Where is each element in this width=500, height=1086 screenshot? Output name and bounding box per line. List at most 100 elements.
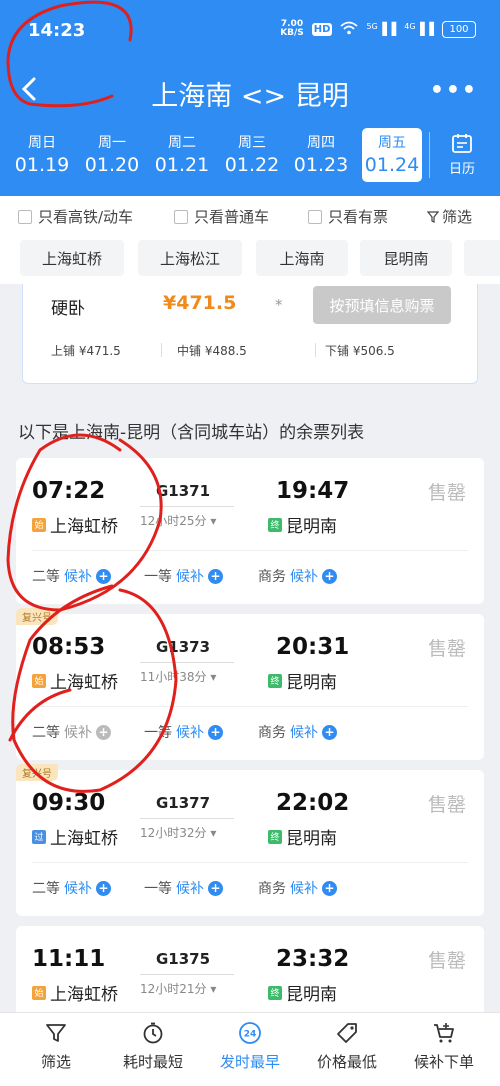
timer-icon: [141, 1021, 165, 1045]
arrive-time: 20:31: [276, 634, 350, 660]
train-card[interactable]: 复兴号 08:53 G1373 11小时38分 ▾ 20:31 始上海虹桥 终昆…: [16, 608, 484, 760]
checkbox-available-only[interactable]: 只看有票: [308, 206, 388, 227]
date-tab-0119[interactable]: 周日 01.19: [12, 128, 72, 182]
waitlist-second-class[interactable]: 二等 候补 +: [32, 722, 111, 742]
date-tab-0123[interactable]: 周四 01.23: [291, 128, 351, 182]
calendar-icon: [451, 132, 473, 154]
depart-time: 07:22: [32, 478, 106, 504]
waitlist-business-class[interactable]: 商务 候补 +: [258, 566, 337, 586]
seat-detail-card: 硬卧 ¥471.5 * 按预填信息购票 上铺 ¥471.5 中铺 ¥488.5 …: [22, 284, 478, 384]
app-header: 14:23 7.00 KB/S HD 5G▐▐ 4G▐▐ 100 上海南 <> …: [0, 0, 500, 196]
checkbox-normal-only[interactable]: 只看普通车: [174, 206, 269, 227]
status-bar: 14:23 7.00 KB/S HD 5G▐▐ 4G▐▐ 100: [0, 0, 500, 60]
terminal-tag: 终: [268, 517, 282, 532]
nav-filter[interactable]: 筛选: [6, 1021, 106, 1072]
origin-tag: 始: [32, 673, 46, 688]
arrive-time: 23:32: [276, 946, 350, 972]
date-tab-0122[interactable]: 周三 01.22: [222, 128, 282, 182]
svg-text:24: 24: [244, 1030, 257, 1040]
plus-icon: +: [96, 880, 111, 896]
station-chip[interactable]: 昆明南: [360, 240, 452, 276]
waitlist-first-class[interactable]: 一等 候补 +: [144, 722, 223, 742]
buy-prefilled-button[interactable]: 按预填信息购票: [313, 286, 451, 324]
train-number: G1375: [156, 950, 211, 968]
train-card[interactable]: 11:11 G1375 12小时21分 ▾ 23:32 始上海虹桥 终昆明南 售…: [16, 926, 484, 1012]
status-icons: 7.00 KB/S HD 5G▐▐ 4G▐▐ 100: [280, 20, 476, 38]
depart-station: 过上海虹桥: [32, 824, 118, 849]
train-number: G1371: [156, 482, 211, 500]
station-chip[interactable]: 上海松江: [138, 240, 242, 276]
station-chip[interactable]: 上海虹桥: [20, 240, 124, 276]
date-tab-0124-selected[interactable]: 周五 01.24: [362, 128, 422, 182]
train-number: G1373: [156, 638, 211, 656]
date-tab-0121[interactable]: 周二 01.21: [152, 128, 212, 182]
calendar-button[interactable]: 日历: [442, 132, 482, 177]
filter-bar: 只看高铁/动车 只看普通车 只看有票 筛选: [0, 196, 500, 234]
nav-shortest-time[interactable]: 耗时最短: [103, 1021, 203, 1072]
filter-button[interactable]: 筛选: [426, 206, 472, 227]
depart-station: 始上海虹桥: [32, 512, 118, 537]
hd-icon: HD: [311, 22, 333, 36]
plus-icon: +: [322, 568, 337, 584]
net-speed: 7.00 KB/S: [280, 19, 304, 38]
berth-middle: 中铺 ¥488.5: [177, 344, 247, 358]
duration[interactable]: 12小时32分 ▾: [140, 824, 216, 841]
filter-icon: [44, 1021, 68, 1045]
arrive-time: 19:47: [276, 478, 350, 504]
waitlist-second-class[interactable]: 二等 候补 +: [32, 878, 111, 898]
checkbox-hsr-only[interactable]: 只看高铁/动车: [18, 206, 133, 227]
page-title: 上海南 <> 昆明: [151, 81, 349, 112]
arrive-station: 终昆明南: [268, 512, 337, 537]
seat-price: ¥471.5: [163, 292, 237, 314]
pass-through-tag: 过: [32, 829, 46, 844]
plus-icon: +: [208, 724, 223, 740]
ticket-status: 售罄: [427, 638, 466, 660]
duration[interactable]: 12小时21分 ▾: [140, 980, 216, 997]
ticket-status: 售罄: [427, 950, 466, 972]
date-divider: [429, 132, 430, 178]
terminal-tag: 终: [268, 829, 282, 844]
funnel-icon: [426, 210, 439, 223]
arrive-station: 终昆明南: [268, 824, 337, 849]
fuxing-badge: 复兴号: [16, 764, 58, 781]
depart-time: 11:11: [32, 946, 106, 972]
train-card[interactable]: 07:22 G1371 12小时25分 ▾ 19:47 始上海虹桥 终昆明南 售…: [16, 458, 484, 604]
terminal-tag: 终: [268, 985, 282, 1000]
cart-add-icon: [432, 1021, 456, 1045]
depart-time: 09:30: [32, 790, 106, 816]
title-bar: 上海南 <> 昆明 •••: [0, 64, 500, 116]
arrive-station: 终昆明南: [268, 980, 337, 1005]
arrive-station: 终昆明南: [268, 668, 337, 693]
date-tab-0120[interactable]: 周一 01.20: [82, 128, 142, 182]
train-number: G1377: [156, 794, 211, 812]
signal-5g-icon: 5G▐▐: [366, 22, 397, 36]
waitlist-second-class[interactable]: 二等 候补 +: [32, 566, 111, 586]
clock-24-icon: 24: [238, 1021, 262, 1045]
duration[interactable]: 12小时25分 ▾: [140, 512, 216, 529]
list-title: 以下是上海南-昆明（含同城车站）的余票列表: [18, 423, 365, 443]
nav-earliest-departure[interactable]: 24 发时最早: [200, 1021, 300, 1072]
train-card[interactable]: 复兴号 09:30 G1377 12小时32分 ▾ 22:02 过上海虹桥 终昆…: [16, 764, 484, 916]
nav-lowest-price[interactable]: 价格最低: [297, 1021, 397, 1072]
seat-type: 硬卧: [51, 299, 85, 319]
berth-upper: 上铺 ¥471.5: [51, 344, 121, 358]
plus-icon: +: [96, 568, 111, 584]
waitlist-business-class[interactable]: 商务 候补 +: [258, 722, 337, 742]
depart-station: 始上海虹桥: [32, 980, 118, 1005]
waitlist-first-class[interactable]: 一等 候补 +: [144, 566, 223, 586]
station-chip[interactable]: 上海南: [256, 240, 348, 276]
nav-waitlist-order[interactable]: 候补下单: [394, 1021, 494, 1072]
more-icon[interactable]: •••: [430, 78, 478, 103]
arrive-time: 22:02: [276, 790, 350, 816]
ticket-status: 售罄: [427, 482, 466, 504]
waitlist-first-class[interactable]: 一等 候补 +: [144, 878, 223, 898]
price-tag-icon: [335, 1021, 359, 1045]
station-chip-partial[interactable]: [464, 240, 500, 276]
plus-icon: +: [208, 568, 223, 584]
bottom-nav: 筛选 耗时最短 24 发时最早 价格最低 候补下单: [0, 1012, 500, 1086]
waitlist-business-class[interactable]: 商务 候补 +: [258, 878, 337, 898]
duration[interactable]: 11小时38分 ▾: [140, 668, 216, 685]
berth-lower: 下铺 ¥506.5: [325, 344, 395, 358]
station-chips: 上海虹桥 上海松江 上海南 昆明南: [0, 234, 500, 284]
wifi-icon: [340, 21, 359, 38]
